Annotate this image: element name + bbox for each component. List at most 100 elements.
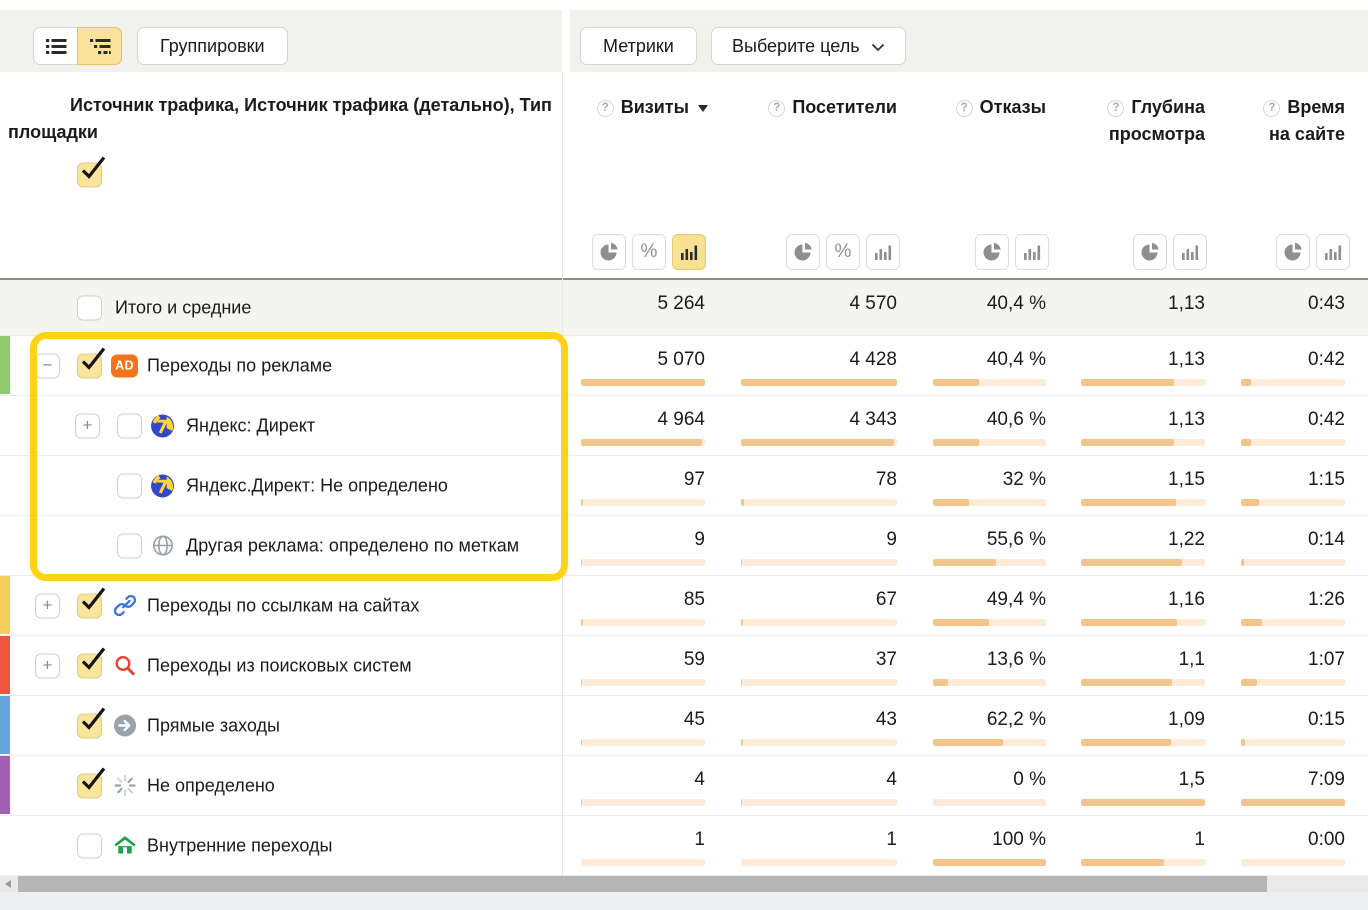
row-checkbox[interactable] [77,773,102,798]
metric-bar [1081,619,1205,626]
home-icon [111,833,138,858]
metric-cell-bounce: 55,6 % [897,516,1046,575]
metric-bar [581,499,705,506]
select-goal-button[interactable]: Выберите цель [711,27,906,65]
metric-value: 4 428 [705,336,897,371]
help-icon[interactable]: ? [768,100,785,117]
pie-chart-icon[interactable] [1276,234,1310,270]
column-header-2[interactable]: ?Отказы [956,94,1046,121]
metric-bar [1241,559,1345,566]
metric-value: 67 [705,576,897,611]
metric-value: 0:14 [1205,516,1345,551]
row-checkbox[interactable] [77,295,102,320]
metric-bar [933,499,1046,506]
metric-bar [933,859,1046,866]
column-label-line2: на сайте [1263,121,1345,148]
metric-value: 1,1 [1046,636,1205,671]
help-icon[interactable]: ? [956,100,973,117]
metric-value: 97 [565,456,705,491]
metric-bar [933,679,1046,686]
table-row[interactable]: + Яндекс: Директ 4 964 4 343 40,6 % 1,13… [0,396,1368,456]
metric-value: 1,13 [1046,280,1205,315]
metric-cell-visitors: 4 [705,756,897,815]
pie-chart-icon[interactable] [786,234,820,270]
percent-icon[interactable]: % [826,234,860,270]
metric-bar [581,679,705,686]
row-label: Не определено [147,775,275,796]
table-row[interactable]: − AD Переходы по рекламе 5 070 4 428 40,… [0,336,1368,396]
bar-chart-icon[interactable] [866,234,900,270]
percent-icon[interactable]: % [632,234,666,270]
metric-value: 1 [705,816,897,851]
column-header-3[interactable]: ?Глубинапросмотра [1107,94,1205,148]
pie-chart-icon[interactable] [1133,234,1167,270]
metric-cell-bounce: 49,4 % [897,576,1046,635]
metric-cell-depth: 1,15 [1046,456,1205,515]
bar-chart-icon[interactable] [1173,234,1207,270]
scrollbar-thumb[interactable] [18,876,1267,892]
metric-cell-depth: 1,09 [1046,696,1205,755]
metric-bar [1081,679,1205,686]
bottom-band [0,892,1368,910]
metric-cell-time: 7:09 [1205,756,1345,815]
metrics-button[interactable]: Метрики [580,27,697,65]
row-checkbox[interactable] [117,533,142,558]
metric-cell-time: 0:43 [1205,280,1345,335]
table-row[interactable]: Внутренние переходы 1 1 100 % 1 0:00 [0,816,1368,876]
metric-bar [1081,739,1205,746]
flat-list-icon[interactable] [33,27,78,65]
table-row[interactable]: Другая реклама: определено по меткам 9 9… [0,516,1368,576]
row-checkbox[interactable] [117,473,142,498]
help-icon[interactable]: ? [1263,100,1280,117]
table-header: Источник трафика, Источник трафика (дета… [0,72,1368,280]
expander-button[interactable]: + [35,653,60,678]
metric-bar [741,739,897,746]
expander-button[interactable]: + [75,413,100,438]
groupings-button[interactable]: Группировки [137,27,288,65]
pie-chart-icon[interactable] [592,234,626,270]
table-row[interactable]: Яндекс.Директ: Не определено 97 78 32 % … [0,456,1368,516]
metric-bar [581,619,705,626]
row-checkbox[interactable] [77,353,102,378]
table-row[interactable]: Прямые заходы 45 43 62,2 % 1,09 0:15 [0,696,1368,756]
horizontal-scrollbar[interactable] [0,876,1368,892]
help-icon[interactable]: ? [1107,100,1124,117]
row-tail-spacer [1345,280,1368,335]
row-checkbox[interactable] [77,653,102,678]
row-label: Прямые заходы [147,715,280,736]
bar-chart-icon[interactable] [1015,234,1049,270]
column-header-0[interactable]: ? Визиты [597,94,708,121]
search-icon [111,653,138,678]
row-checkbox[interactable] [77,833,102,858]
bar-chart-icon[interactable] [1316,234,1350,270]
metric-bar [741,619,897,626]
globe-icon [149,533,176,558]
toolbar: Группировки Метрики Выберите цель [0,0,1368,72]
table-row[interactable]: + Переходы из поисковых систем 59 37 13,… [0,636,1368,696]
column-header-4[interactable]: ?Времяна сайте [1263,94,1345,148]
row-checkbox[interactable] [77,713,102,738]
scroll-left-arrow-icon[interactable] [5,880,11,888]
tree-list-icon[interactable] [77,27,122,65]
table-row[interactable]: Итого и средние 5 264 4 570 40,4 % 1,13 … [0,280,1368,336]
metric-bar [1241,859,1345,866]
row-label-cell: Другая реклама: определено по меткам [0,516,565,575]
column-header-1[interactable]: ?Посетители [768,94,897,121]
column-label: Визиты [621,97,689,117]
bar-chart-icon[interactable] [672,234,706,270]
metric-cell-time: 0:42 [1205,336,1345,395]
row-checkbox[interactable] [77,593,102,618]
row-checkbox[interactable] [117,413,142,438]
metric-bar [741,679,897,686]
expander-button[interactable]: + [35,593,60,618]
table-row[interactable]: + Переходы по ссылкам на сайтах 85 67 49… [0,576,1368,636]
metric-value: 1:07 [1205,636,1345,671]
metric-bar [581,799,705,806]
expander-button[interactable]: − [35,353,60,378]
dimension-checkbox[interactable] [77,163,102,188]
help-icon[interactable]: ? [597,100,614,117]
table-row[interactable]: Не определено 4 4 0 % 1,5 7:09 [0,756,1368,816]
metric-cell-visitors: 67 [705,576,897,635]
metric-cell-time: 0:00 [1205,816,1345,875]
pie-chart-icon[interactable] [975,234,1009,270]
